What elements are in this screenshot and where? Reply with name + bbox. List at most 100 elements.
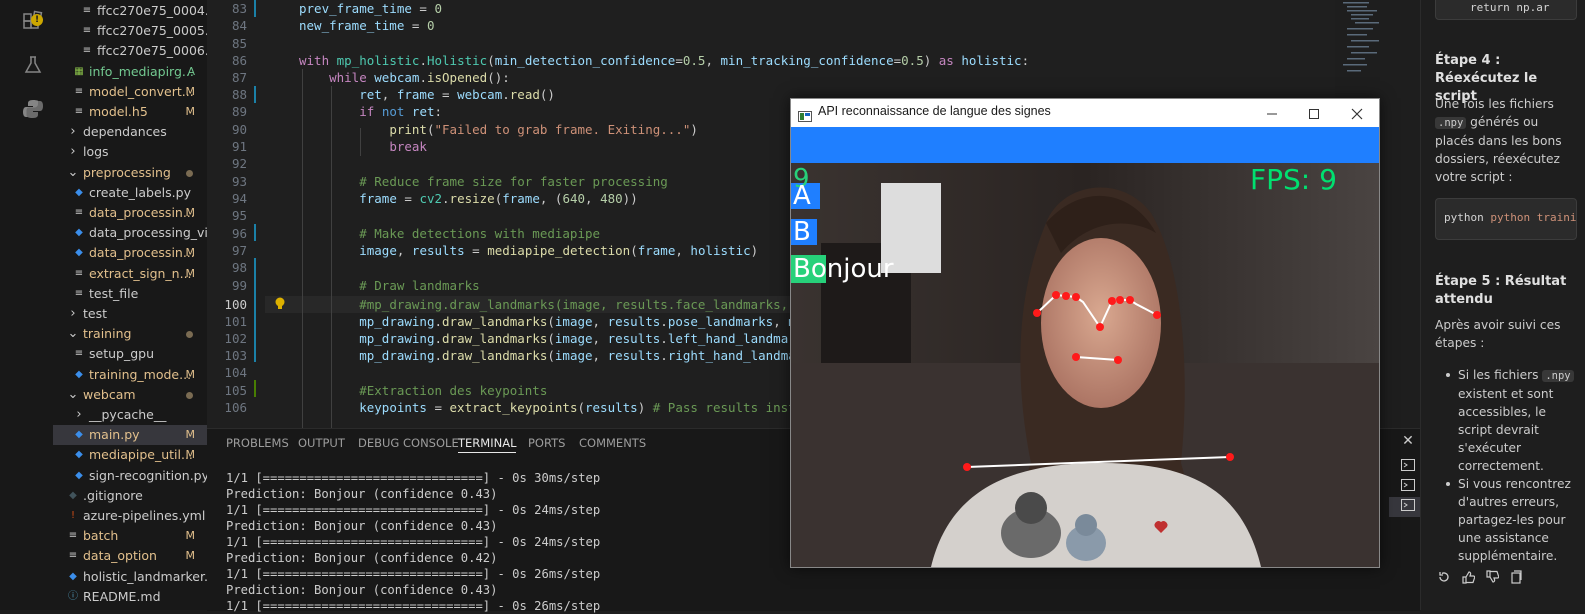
code-line: #mp_drawing.draw_landmarks(image, result… [359,297,826,312]
explorer-item-label: main.py [89,427,140,443]
file-lines-icon: ≡ [74,267,84,279]
code-line: while webcam.isOpened(): [329,70,510,85]
code-line: mp_drawing.draw_landmarks(image, results… [359,331,818,346]
file-lines-icon: ≡ [74,106,84,117]
explorer-item-label: training_mode... [89,366,192,382]
python-icon[interactable] [19,98,47,126]
explorer-item-label: holistic_landmarker.py [83,568,224,584]
webcam-image [791,163,1379,567]
thumbs-down-icon[interactable] [1485,570,1500,587]
explorer-item-label: dependances [83,124,167,140]
tab-terminal[interactable]: TERMINAL [458,434,517,453]
code-line: # Draw landmarks [359,278,480,293]
webcam-window[interactable]: API reconnaissance de langue des signes [790,98,1380,568]
line-number: 106 [224,400,247,415]
explorer-item[interactable]: ≡ batch M [53,526,207,546]
code-snippet: return np.ar [1435,0,1577,20]
explorer-item-label: test_file [89,285,139,301]
explorer-item[interactable]: ▦ info_mediapirg... A [53,62,207,82]
step5-text: Après avoir suivi ces étapes : [1435,318,1561,350]
window-titlebar[interactable]: API reconnaissance de langue des signes [791,99,1379,127]
warning-badge: ! [31,14,43,26]
explorer-item[interactable]: ◆ data_processin... M [53,243,207,263]
explorer-item-label: webcam [83,386,136,402]
maximize-icon[interactable] [1307,106,1321,120]
code-line: if not ret: [359,104,443,119]
explorer-item[interactable]: ≡ ffcc270e75_0004.n... [53,1,229,21]
terminal-line: Prediction: Bonjour (confidence 0.42) [226,551,498,565]
line-number: 97 [231,243,247,258]
explorer-item[interactable]: › test [53,304,207,324]
explorer-item[interactable]: ⌄ webcam [53,385,207,405]
lightbulb-icon[interactable] [273,296,287,313]
explorer-item-label: create_labels.py [89,184,191,200]
tab-comments[interactable]: COMMENTS [579,434,646,452]
tab-output[interactable]: OUTPUT [298,434,345,452]
explorer-item-label: info_mediapirg... [89,63,194,79]
explorer-item[interactable]: ! azure-pipelines.yml [53,506,207,526]
explorer-item-label: model.h5 [89,104,148,119]
tab-problems[interactable]: PROBLEMS [226,434,289,452]
activity-bar: ! [13,0,54,610]
explorer-item-label: sign-recognition.py [89,467,210,483]
file-lines-icon: ≡ [74,85,84,97]
explorer-item[interactable]: ≡ model_convert... M [53,82,207,102]
line-number: 84 [231,18,247,33]
explorer-item[interactable]: ◆ training_mode... M [53,365,207,385]
explorer-item[interactable]: ◆ .gitignore [53,486,207,506]
command-snippet[interactable]: python python training\ [1435,198,1577,240]
line-number: 83 [231,1,247,16]
explorer-item[interactable]: ⓘ README.md [53,587,207,607]
line-number: 90 [231,122,247,137]
git-status-badge: M [185,246,196,260]
minimap[interactable] [1335,0,1385,80]
explorer-item[interactable]: ◆ sign-recognition.py [53,466,210,486]
close-icon[interactable] [1350,106,1364,120]
explorer-item[interactable]: ≡ test_file [53,284,207,304]
explorer-item[interactable]: › dependances [53,122,207,142]
explorer-item[interactable]: › logs [53,142,207,162]
minimize-icon[interactable] [1265,106,1279,120]
explorer-item[interactable]: ◆ holistic_landmarker.py [53,567,223,587]
explorer-item[interactable]: ◆ main.py M [53,425,207,446]
explorer-item[interactable]: ≡ data_option M [53,546,207,566]
tab-ports[interactable]: PORTS [528,434,565,452]
explorer-item[interactable]: ◆ mediapipe_util... M [53,445,207,465]
explorer-item[interactable]: ≡ ffcc270e75_0006.n... [53,41,229,61]
explorer-item-label: test [83,306,108,321]
explorer-item-label: azure-pipelines.yml [83,508,206,523]
explorer-panel: ≡ ffcc270e75_0004.n... ≡ ffcc270e75_0005.n.… [53,0,229,610]
code-line: #Extraction des keypoints [359,383,548,398]
git-status-badge: M [185,367,196,381]
explorer-item[interactable]: › __pycache__ [53,405,207,425]
bullet-dot [1446,482,1450,486]
chevron-right-icon: › [70,124,76,140]
explorer-item[interactable]: ≡ data_processin... M [53,203,207,223]
chevron-down-icon: ⌄ [67,164,79,180]
tab-debug-console[interactable]: DEBUG CONSOLE [358,434,459,452]
explorer-item[interactable]: ⌄ preprocessing [53,163,207,183]
git-gutter-mod [254,224,256,241]
explorer-item[interactable]: ◆ data_processing_vid... [53,223,228,243]
explorer-item[interactable]: ⌄ training [53,324,207,344]
fps-counter: FPS: 9 [1250,163,1337,196]
python-file-icon: ◆ [75,186,83,198]
explorer-item[interactable]: ≡ extract_sign_n... M [53,264,207,284]
git-status-badge: M [185,105,196,118]
explorer-item[interactable]: ≡ ffcc270e75_0005.n... [53,21,229,41]
file-lines-icon: ≡ [68,530,78,542]
copy-icon[interactable] [1509,570,1523,587]
thumbs-up-icon[interactable] [1461,570,1476,587]
explorer-item[interactable]: ≡ model.h5 M [53,102,207,122]
retry-icon[interactable] [1437,570,1451,587]
chevron-right-icon: › [70,306,76,321]
file-lines-icon: ≡ [74,287,84,299]
code-line: new_frame_time = 0 [299,18,435,33]
flask-icon[interactable] [19,54,47,82]
line-number: 88 [231,87,247,102]
explorer-item[interactable]: ≡ setup_gpu [53,344,207,364]
explorer-item[interactable]: ◆ create_labels.py [53,183,207,203]
command-text: python python training\ [1444,211,1577,224]
terminal-line: Prediction: Bonjour (confidence 0.43) [226,519,498,533]
header-bar [791,127,1379,163]
